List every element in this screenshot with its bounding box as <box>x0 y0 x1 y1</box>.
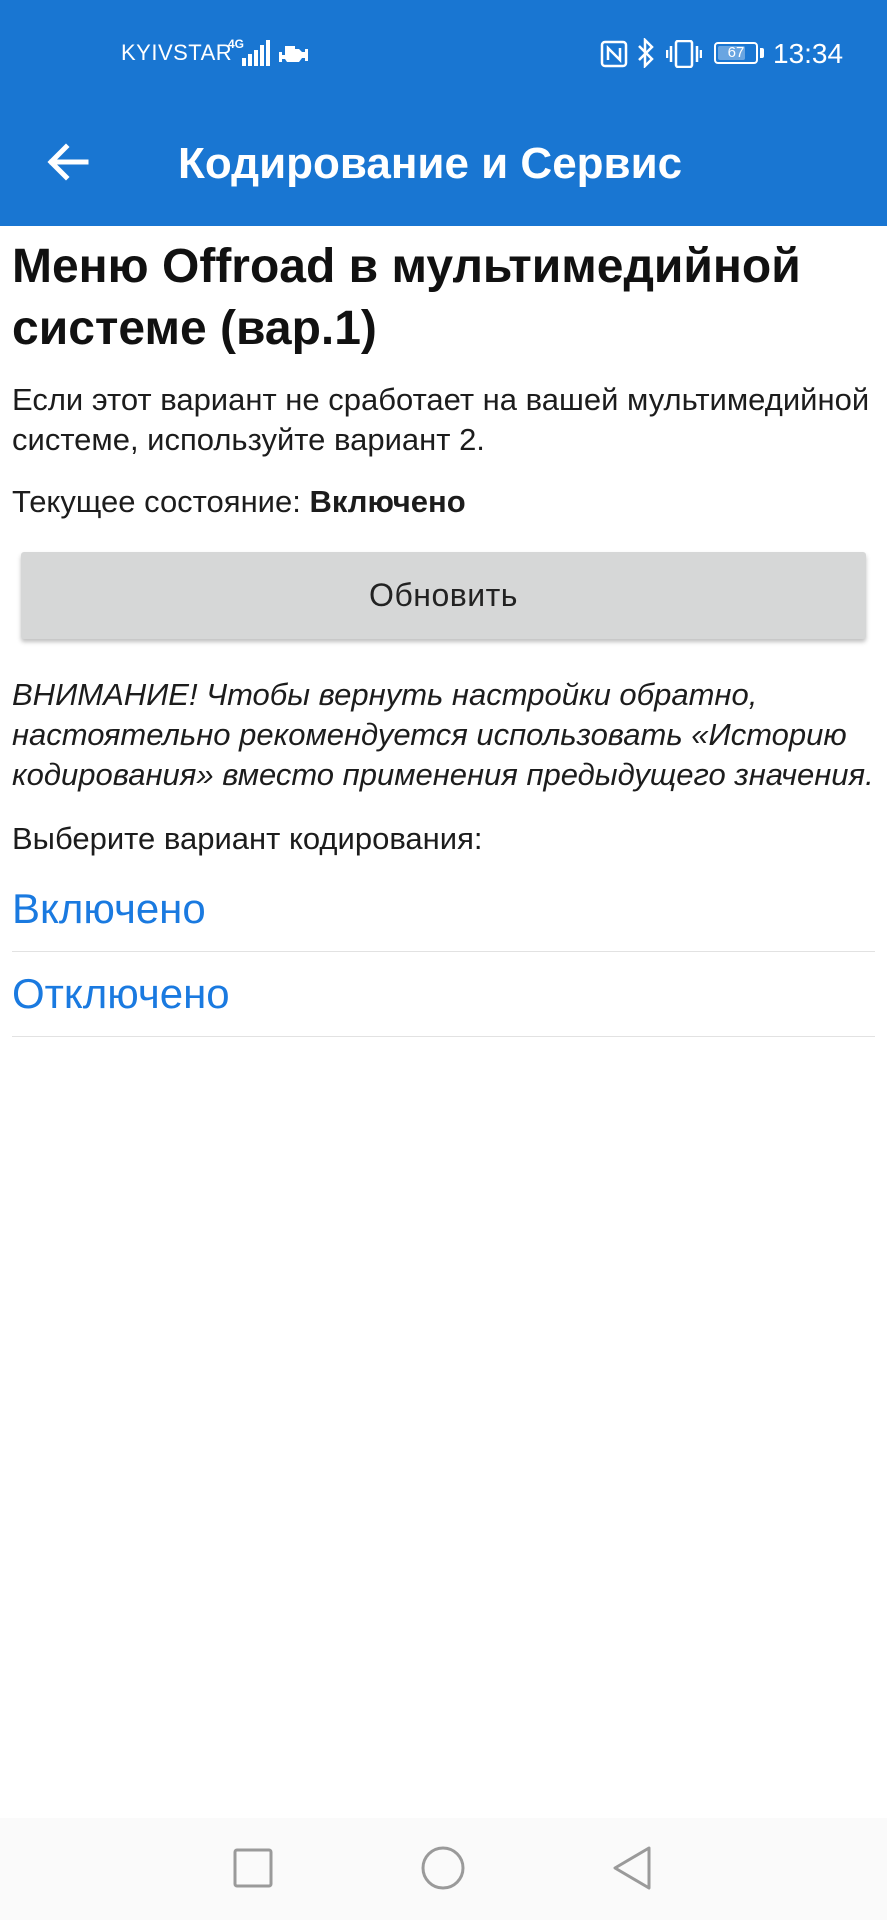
clock: 13:34 <box>773 38 844 69</box>
home-circle-icon <box>420 1845 466 1896</box>
back-button[interactable] <box>36 132 100 196</box>
option-enabled[interactable]: Включено <box>12 867 875 952</box>
vibrate-icon <box>665 39 703 73</box>
option-list: Включено Отключено <box>12 867 875 1037</box>
page-title: Меню Offroad в мультимедийной системе (в… <box>12 240 801 355</box>
main-content: Меню Offroad в мультимедийной системе (в… <box>12 226 875 1037</box>
status-bar: KYIVSTAR 4G 67 13:34 <box>0 0 887 108</box>
battery-icon: 67 <box>714 42 758 64</box>
nfc-icon <box>600 40 628 73</box>
system-back-button[interactable] <box>604 1842 660 1898</box>
back-triangle-icon <box>611 1845 653 1896</box>
top-bar: KYIVSTAR 4G 67 13:34 Кодирование и Серви… <box>0 0 887 226</box>
carrier-name: KYIVSTAR <box>121 40 233 65</box>
engine-icon <box>279 44 311 71</box>
state-value: Включено <box>309 484 466 519</box>
battery-level: 67 <box>727 44 745 61</box>
recents-square-icon <box>233 1848 273 1893</box>
arrow-left-icon <box>46 140 90 189</box>
signal-icon <box>242 40 272 71</box>
recents-button[interactable] <box>225 1842 281 1898</box>
state-label: Текущее состояние: <box>12 484 301 519</box>
current-state: Текущее состояние: Включено <box>12 482 875 522</box>
app-title: Кодирование и Сервис <box>178 139 683 188</box>
navigation-bar <box>0 1818 887 1920</box>
option-disabled[interactable]: Отключено <box>12 952 875 1037</box>
description: Если этот вариант не сработает на вашей … <box>12 382 870 457</box>
choose-label: Выберите вариант кодирования: <box>12 821 483 856</box>
bluetooth-icon <box>636 36 656 73</box>
warning-text: ВНИМАНИЕ! Чтобы вернуть настройки обратн… <box>12 677 874 792</box>
refresh-button[interactable]: Обновить <box>21 552 866 639</box>
app-bar: Кодирование и Сервис <box>0 108 887 226</box>
home-button[interactable] <box>415 1842 471 1898</box>
